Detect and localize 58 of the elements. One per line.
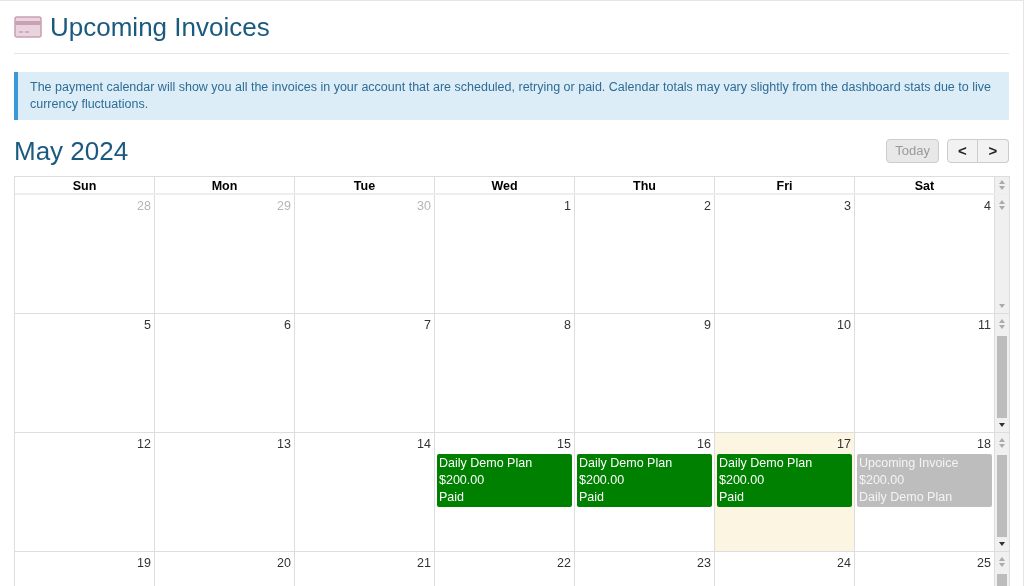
scroll-arrows-icon[interactable] (998, 179, 1006, 191)
day-number: 30 (417, 198, 432, 214)
day-cell[interactable]: 15 Daily Demo Plan $200.00 Paid (435, 433, 575, 551)
day-number: 10 (837, 317, 852, 333)
scroll-down-icon[interactable] (998, 541, 1006, 547)
month-title: May 2024 (14, 135, 129, 168)
day-cell[interactable]: 17 Daily Demo Plan $200.00 Paid (715, 433, 855, 551)
day-number: 18 (977, 436, 992, 452)
day-number: 16 (697, 436, 712, 452)
day-number: 1 (564, 198, 572, 214)
day-number: 11 (978, 317, 992, 333)
day-number: 6 (284, 317, 292, 333)
day-number: 21 (417, 555, 432, 571)
scroll-arrows-icon[interactable] (998, 437, 1006, 449)
weekday-header: Fri (715, 177, 855, 193)
info-alert: The payment calendar will show you all the invoices in your account that are scheduled, retrying or paid. Calendar totals may vary slightly from the dashboard stats due to live currency fluctuations. (14, 72, 1009, 120)
day-number: 4 (984, 198, 992, 214)
invoice-event[interactable]: Daily Demo Plan $200.00 Paid (717, 454, 852, 507)
day-number: 20 (277, 555, 292, 571)
scroll-down-icon[interactable] (998, 422, 1006, 428)
day-number: 23 (697, 555, 712, 571)
invoice-event[interactable]: Daily Demo Plan $200.00 Paid (437, 454, 572, 507)
day-number: 22 (557, 555, 572, 571)
day-number: 14 (417, 436, 432, 452)
day-number: 19 (137, 555, 152, 571)
day-number: 5 (144, 317, 152, 333)
weekday-header: Wed (435, 177, 575, 193)
day-number: 7 (424, 317, 432, 333)
weekday-header: Mon (155, 177, 295, 193)
day-number: 3 (844, 198, 852, 214)
day-number: 17 (837, 436, 852, 452)
invoice-event[interactable]: Daily Demo Plan $200.00 Paid (577, 454, 712, 507)
day-number: 15 (557, 436, 572, 452)
scroll-arrows-icon[interactable] (998, 556, 1006, 568)
previous-button[interactable]: < (947, 139, 978, 163)
page-title: Upcoming Invoices (50, 11, 270, 43)
day-number: 24 (837, 555, 852, 571)
scrollbar[interactable] (995, 314, 1009, 432)
day-number: 28 (137, 198, 152, 214)
scrollbar[interactable] (995, 433, 1009, 551)
credit-card-icon (14, 16, 42, 38)
day-number: 29 (277, 198, 292, 214)
next-button[interactable]: > (978, 139, 1009, 163)
day-number: 9 (704, 317, 712, 333)
day-number: 13 (277, 436, 292, 452)
weekday-header: Tue (295, 177, 435, 193)
day-cell[interactable]: 16 Daily Demo Plan $200.00 Paid (575, 433, 715, 551)
day-number: 25 (977, 555, 992, 571)
weekday-header: Sun (15, 177, 155, 193)
scrollbar-thumb[interactable] (997, 455, 1007, 537)
scroll-arrows-icon[interactable] (998, 199, 1006, 211)
day-number: 8 (564, 317, 572, 333)
scroll-arrows-icon[interactable] (998, 318, 1006, 330)
weekday-header: Thu (575, 177, 715, 193)
day-number: 2 (704, 198, 712, 214)
scrollbar-thumb[interactable] (997, 336, 1007, 418)
day-number: 12 (137, 436, 152, 452)
scrollbar[interactable] (995, 195, 1009, 313)
